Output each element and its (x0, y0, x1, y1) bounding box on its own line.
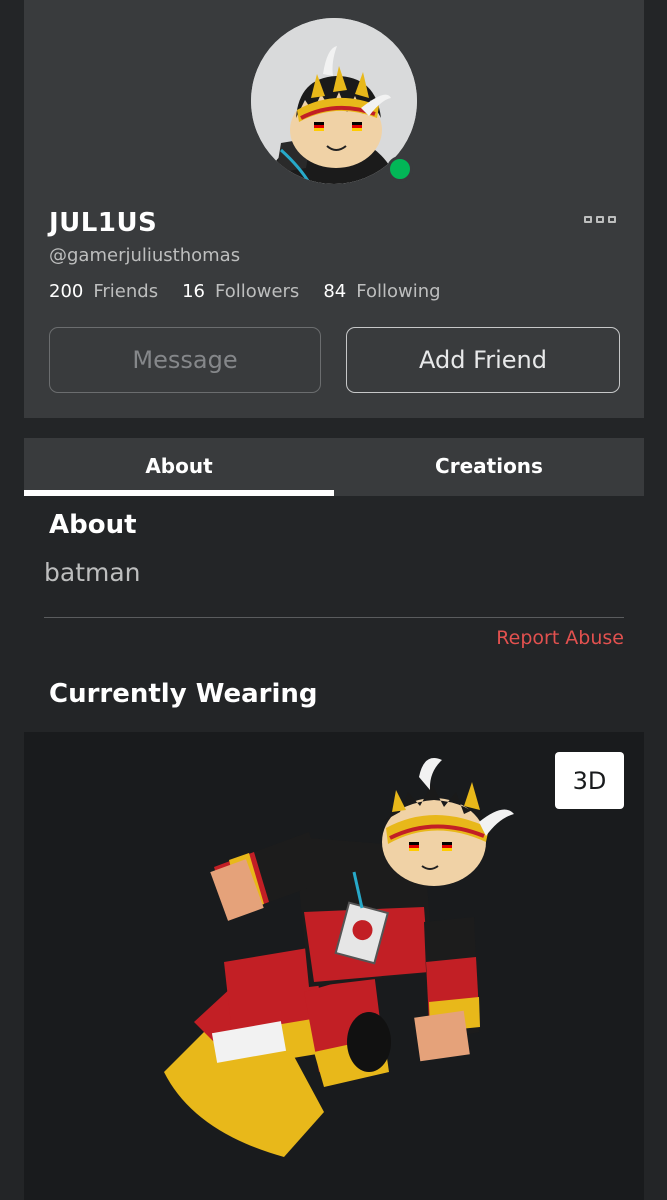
avatar-full-body-image (164, 758, 514, 1157)
divider (44, 617, 624, 618)
message-button[interactable]: Message (49, 327, 321, 393)
add-friend-button[interactable]: Add Friend (346, 327, 620, 393)
more-options-icon[interactable] (584, 212, 616, 226)
stat-following[interactable]: 84 Following (323, 281, 440, 302)
stat-label: Following (356, 281, 441, 302)
stat-label: Friends (93, 281, 159, 302)
profile-stats: 200 Friends 16 Followers 84 Following (49, 281, 465, 302)
display-name: JUL1US (49, 208, 158, 238)
stat-followers[interactable]: 16 Followers (182, 281, 299, 302)
avatar-container[interactable] (251, 18, 417, 184)
profile-tabs: About Creations (24, 438, 644, 496)
more-dot-icon (608, 215, 616, 223)
stat-count: 16 (182, 281, 205, 302)
username: @gamerjuliusthomas (49, 245, 241, 266)
report-abuse-link[interactable]: Report Abuse (496, 627, 624, 649)
online-status-indicator (387, 156, 413, 182)
stat-label: Followers (215, 281, 300, 302)
more-dot-icon (584, 215, 592, 223)
stat-count: 84 (323, 281, 347, 302)
stat-friends[interactable]: 200 Friends (49, 281, 158, 302)
avatar-preview-panel[interactable]: 3D (24, 732, 644, 1200)
stat-count: 200 (49, 281, 84, 302)
view-3d-button[interactable]: 3D (555, 752, 624, 809)
more-dot-icon (596, 215, 604, 223)
tab-creations[interactable]: Creations (334, 438, 644, 496)
about-heading: About (49, 510, 137, 540)
tab-about[interactable]: About (24, 438, 334, 496)
profile-header-card: JUL1US @gamerjuliusthomas 200 Friends 16… (24, 0, 644, 418)
currently-wearing-heading: Currently Wearing (49, 679, 318, 709)
about-description: batman (44, 558, 141, 587)
